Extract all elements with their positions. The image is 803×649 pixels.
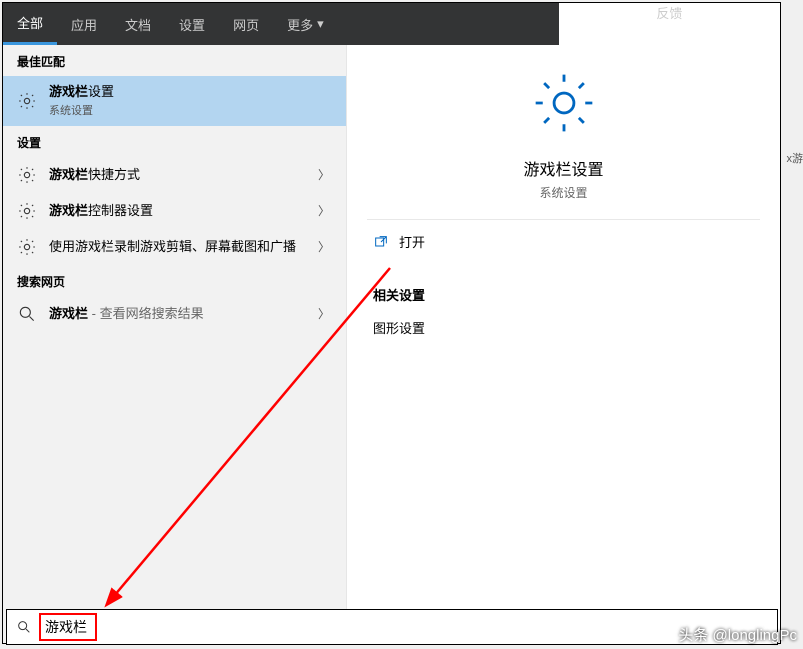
gear-icon bbox=[17, 201, 37, 221]
chevron-right-icon: 〉 bbox=[316, 238, 332, 255]
results-panel: 最佳匹配 游戏栏设置 系统设置 设置 游戏栏快捷方式 〉 游戏栏控制器设置 〉 bbox=[3, 45, 347, 643]
open-icon bbox=[373, 234, 389, 250]
search-filter-tabs: 全部 应用 文档 设置 网页 更多 ▾ 反馈 bbox=[3, 3, 780, 45]
start-menu-search-window: 全部 应用 文档 设置 网页 更多 ▾ 反馈 最佳匹配 游戏栏设置 系 bbox=[2, 2, 781, 644]
settings-header: 设置 bbox=[3, 126, 346, 157]
feedback-button[interactable]: 反馈 bbox=[642, 3, 696, 22]
result-title: 使用游戏栏录制游戏剪辑、屏幕截图和广播 bbox=[49, 239, 316, 255]
related-settings-header: 相关设置 bbox=[347, 263, 780, 312]
settings-result-controller[interactable]: 游戏栏控制器设置 〉 bbox=[3, 193, 346, 229]
chevron-down-icon: ▾ bbox=[317, 16, 324, 32]
tab-more[interactable]: 更多 ▾ bbox=[273, 3, 338, 45]
web-result[interactable]: 游戏栏 - 查看网络搜索结果 〉 bbox=[3, 296, 346, 332]
result-title: 游戏栏快捷方式 bbox=[49, 167, 316, 183]
chevron-right-icon: 〉 bbox=[316, 166, 332, 183]
tab-all[interactable]: 全部 bbox=[3, 3, 57, 45]
tab-documents[interactable]: 文档 bbox=[111, 3, 165, 45]
result-title: 游戏栏控制器设置 bbox=[49, 203, 316, 219]
ellipsis-icon bbox=[661, 22, 677, 38]
gear-icon bbox=[530, 69, 598, 142]
settings-result-shortcut[interactable]: 游戏栏快捷方式 〉 bbox=[3, 157, 346, 193]
related-graphics-settings[interactable]: 图形设置 bbox=[347, 312, 780, 343]
cropped-text: x游 bbox=[787, 150, 803, 166]
preview-title: 游戏栏设置 bbox=[523, 156, 603, 180]
preview-subtitle: 系统设置 bbox=[539, 184, 587, 201]
search-input[interactable] bbox=[41, 615, 541, 639]
best-match-header: 最佳匹配 bbox=[3, 45, 346, 76]
search-icon bbox=[7, 619, 41, 635]
gear-icon bbox=[17, 91, 37, 111]
tab-apps[interactable]: 应用 bbox=[57, 3, 111, 45]
search-icon bbox=[17, 304, 37, 324]
more-options-button[interactable] bbox=[651, 22, 687, 38]
preview-panel: 游戏栏设置 系统设置 打开 相关设置 图形设置 bbox=[347, 45, 780, 643]
gear-icon bbox=[17, 237, 37, 257]
result-subtitle: 系统设置 bbox=[49, 102, 332, 118]
result-title: 游戏栏设置 bbox=[49, 84, 332, 100]
chevron-right-icon: 〉 bbox=[316, 305, 332, 322]
tab-more-label: 更多 bbox=[287, 15, 313, 34]
web-search-header: 搜索网页 bbox=[3, 265, 346, 296]
tab-web[interactable]: 网页 bbox=[219, 3, 273, 45]
chevron-right-icon: 〉 bbox=[316, 202, 332, 219]
taskbar-search-box[interactable] bbox=[6, 609, 778, 645]
tab-settings[interactable]: 设置 bbox=[165, 3, 219, 45]
open-label: 打开 bbox=[399, 232, 425, 251]
settings-result-recording[interactable]: 使用游戏栏录制游戏剪辑、屏幕截图和广播 〉 bbox=[3, 229, 346, 265]
best-match-result[interactable]: 游戏栏设置 系统设置 bbox=[3, 76, 346, 126]
open-button[interactable]: 打开 bbox=[347, 220, 780, 263]
gear-icon bbox=[17, 165, 37, 185]
result-title: 游戏栏 - 查看网络搜索结果 bbox=[49, 306, 316, 322]
